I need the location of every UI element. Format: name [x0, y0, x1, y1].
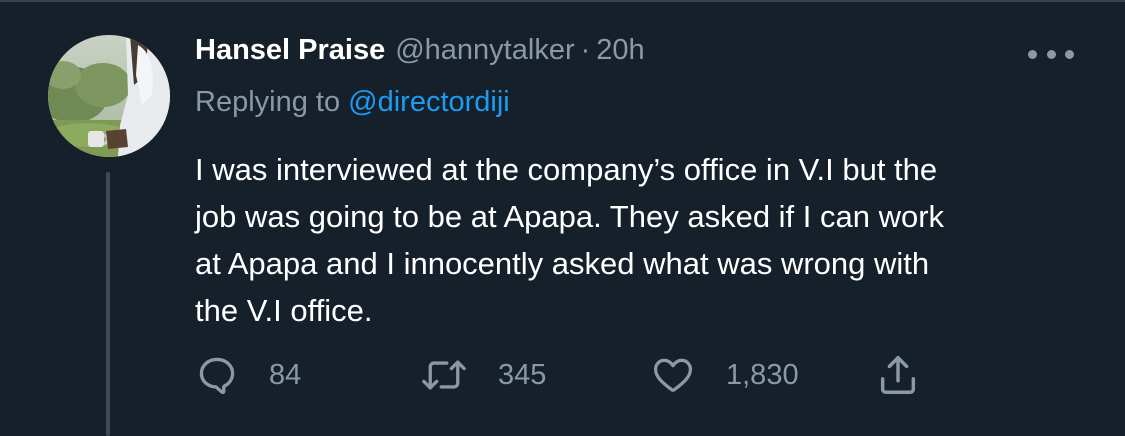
share-icon	[880, 356, 916, 394]
retweet-button[interactable]: 345	[420, 350, 546, 400]
heart-icon	[653, 358, 693, 392]
top-divider	[0, 0, 1125, 2]
like-count: 1,830	[726, 358, 799, 391]
more-dot	[1046, 49, 1056, 59]
tweet-text-line: I was interviewed at the company’s offic…	[195, 152, 938, 187]
author-name[interactable]: Hansel Praise	[195, 34, 385, 67]
thread-line	[106, 172, 110, 436]
share-button[interactable]	[875, 350, 921, 400]
retweet-icon	[422, 360, 466, 390]
more-dot	[1065, 49, 1074, 59]
replying-prefix: Replying to	[195, 86, 349, 118]
timestamp[interactable]: 20h	[596, 34, 644, 67]
tweet-text: I was interviewed at the company’s offic…	[195, 146, 1095, 334]
tweet-header: Hansel Praise @hannytalker · 20h	[195, 34, 645, 74]
retweet-count: 345	[498, 358, 547, 391]
replying-mention[interactable]: @directordiji	[348, 86, 510, 118]
tweet-text-line: the V.I office.	[195, 293, 373, 328]
separator-dot: ·	[580, 34, 591, 66]
more-options-button[interactable]	[1028, 44, 1074, 64]
reply-icon	[199, 357, 235, 395]
avatar[interactable]	[48, 35, 170, 157]
tweet-text-line: job was going to be at Apapa. They asked…	[195, 199, 945, 234]
like-button[interactable]: 1,830	[650, 350, 799, 400]
replying-to: Replying to @directordiji	[195, 86, 510, 119]
reply-count: 84	[269, 358, 302, 391]
tweet-text-line: at Apapa and I innocently asked what was…	[195, 246, 930, 281]
reply-button[interactable]: 84	[195, 350, 301, 400]
avatar-photo	[48, 35, 170, 157]
author-handle[interactable]: @hannytalker	[395, 34, 574, 67]
more-dot	[1028, 49, 1037, 59]
